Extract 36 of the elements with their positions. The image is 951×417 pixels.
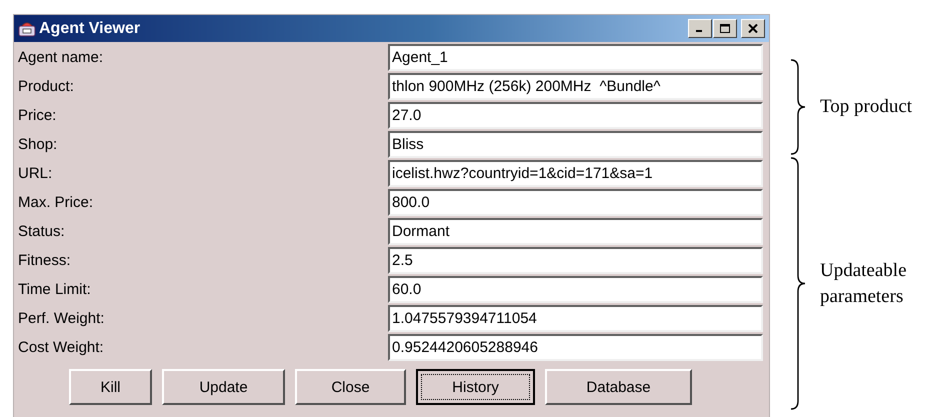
dialog-button[interactable]: Update <box>162 369 285 405</box>
close-button[interactable] <box>741 19 765 38</box>
minimize-button[interactable] <box>688 19 712 38</box>
field-label: Time Limit: <box>17 280 92 300</box>
dialog-button[interactable]: Database <box>545 369 692 405</box>
field-label: Fitness: <box>17 251 72 271</box>
field-label: Product: <box>17 77 75 97</box>
dialog-button[interactable]: Kill <box>69 369 152 405</box>
field-label: Max. Price: <box>17 193 94 213</box>
dialog-button[interactable]: Close <box>295 369 406 405</box>
text-field[interactable]: 27.0 <box>388 102 763 129</box>
text-field[interactable]: 2.5 <box>388 247 763 274</box>
text-field[interactable]: thlon 900MHz (256k) 200MHz ^Bundle^ <box>388 73 763 100</box>
maximize-icon <box>720 24 730 33</box>
field-label: Agent name: <box>17 48 104 68</box>
field-label: URL: <box>17 164 54 184</box>
app-icon <box>18 20 36 36</box>
text-field[interactable]: 0.9524420605288946 <box>388 334 763 361</box>
field-label: Price: <box>17 106 58 126</box>
annotation-text: Updateable parameters <box>820 258 908 308</box>
text-field[interactable]: 1.0475579394711054 <box>388 305 763 332</box>
text-field[interactable]: icelist.hwz?countryid=1&cid=171&sa=1 <box>388 160 763 187</box>
field-label: Status: <box>17 222 66 242</box>
field-label: Shop: <box>17 135 58 155</box>
maximize-button[interactable] <box>713 19 737 38</box>
window-title: Agent Viewer <box>39 20 140 38</box>
field-label: Perf. Weight: <box>17 309 106 329</box>
text-field[interactable]: 800.0 <box>388 189 763 216</box>
field-label: Cost Weight: <box>17 338 105 358</box>
text-field[interactable]: Dormant <box>388 218 763 245</box>
text-field[interactable]: Agent_1 <box>388 44 763 71</box>
annotation-text: Top product <box>820 95 914 119</box>
close-icon <box>748 24 758 33</box>
text-field[interactable]: 60.0 <box>388 276 763 303</box>
text-field[interactable]: Bliss <box>388 131 763 158</box>
dialog-button[interactable]: History <box>416 369 535 405</box>
